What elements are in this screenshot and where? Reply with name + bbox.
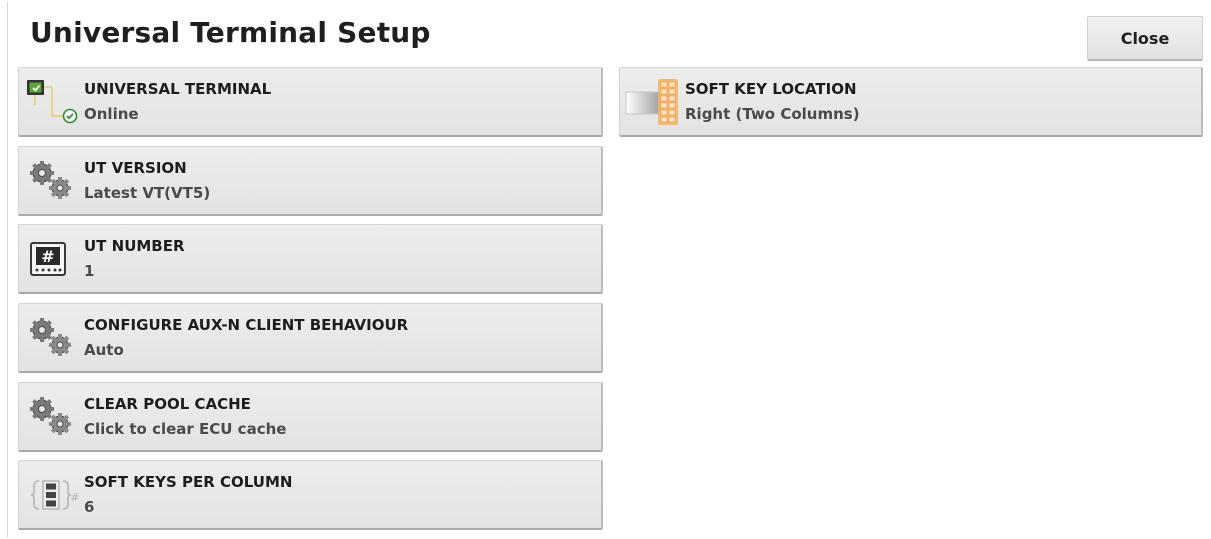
setting-value: Click to clear ECU cache	[84, 420, 287, 438]
gears-icon	[23, 155, 79, 207]
soft-key-location-setting[interactable]: SOFT KEY LOCATION Right (Two Columns)	[619, 67, 1203, 137]
setting-label: UNIVERSAL TERMINAL	[84, 80, 272, 98]
setting-value: 1	[84, 262, 95, 280]
ut-version-setting[interactable]: UT VERSION Latest VT(VT5)	[18, 146, 603, 216]
soft-key-location-icon	[624, 76, 680, 128]
setting-value: Right (Two Columns)	[685, 105, 860, 123]
setting-value: 6	[84, 498, 95, 516]
gears-icon	[23, 391, 79, 443]
gears-icon	[23, 312, 79, 364]
svg-text:#: #	[70, 491, 79, 504]
close-button[interactable]: Close	[1087, 16, 1203, 61]
clear-pool-cache-setting[interactable]: CLEAR POOL CACHE Click to clear ECU cach…	[18, 382, 603, 452]
soft-keys-per-column-setting[interactable]: # SOFT KEYS PER COLUMN 6	[18, 460, 603, 530]
setting-label: CLEAR POOL CACHE	[84, 395, 251, 413]
setting-label: CONFIGURE AUX-N CLIENT BEHAVIOUR	[84, 316, 409, 334]
setting-value: Auto	[84, 341, 124, 359]
svg-text:#: #	[41, 247, 54, 266]
ut-number-setting[interactable]: # UT NUMBER 1	[18, 224, 603, 294]
soft-keys-column-icon: #	[23, 469, 79, 521]
setting-label: UT NUMBER	[84, 237, 185, 255]
terminal-number-icon: #	[23, 233, 79, 285]
setting-label: UT VERSION	[84, 159, 187, 177]
left-divider	[7, 2, 8, 537]
configure-aux-n-setting[interactable]: CONFIGURE AUX-N CLIENT BEHAVIOUR Auto	[18, 303, 603, 373]
terminal-online-icon	[23, 76, 79, 128]
setting-label: SOFT KEY LOCATION	[685, 80, 857, 98]
setting-label: SOFT KEYS PER COLUMN	[84, 473, 293, 491]
universal-terminal-setting[interactable]: UNIVERSAL TERMINAL Online	[18, 67, 603, 137]
page-title: Universal Terminal Setup	[30, 16, 431, 49]
setting-value: Latest VT(VT5)	[84, 184, 211, 202]
setting-value: Online	[84, 105, 139, 123]
